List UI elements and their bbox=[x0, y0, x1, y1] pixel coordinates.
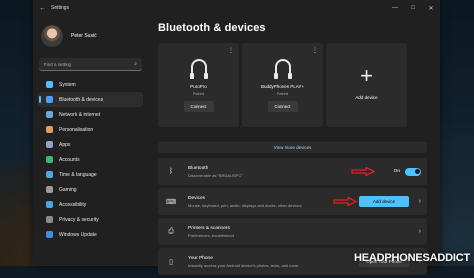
avatar bbox=[41, 24, 63, 47]
sidebar-item-label: Gaming bbox=[59, 186, 77, 193]
red-arrow-annotation bbox=[333, 197, 357, 206]
device-name: BuddyPhones PLAY+ bbox=[260, 84, 305, 89]
sidebar-nav: System Bluetooth & devices Network & int… bbox=[33, 77, 148, 242]
device-name: PuroPro bbox=[190, 84, 207, 89]
device-status: Paired bbox=[192, 91, 205, 96]
sidebar-item-label: Bluetooth & devices bbox=[59, 96, 104, 103]
brush-icon bbox=[46, 126, 53, 133]
close-icon[interactable]: ✕ bbox=[422, 5, 440, 12]
bluetooth-icon bbox=[46, 96, 53, 103]
globe-clock-icon bbox=[46, 171, 53, 178]
search-placeholder: Find a setting bbox=[44, 61, 72, 67]
headphones-icon bbox=[273, 59, 292, 79]
profile-name: Peter Susić bbox=[71, 32, 97, 39]
device-card-puropro[interactable]: ⋮ PuroPro Paired Connect bbox=[158, 43, 239, 127]
row-title: Bluetooth bbox=[188, 165, 209, 171]
connect-button[interactable]: Connect bbox=[183, 101, 214, 112]
sidebar-item-label: Personalisation bbox=[59, 126, 94, 133]
maximize-icon[interactable]: □ bbox=[404, 5, 422, 12]
device-cards: ⋮ PuroPro Paired Connect ⋮ BuddyPhones P… bbox=[158, 43, 407, 127]
row-title: Your Phone bbox=[188, 255, 213, 261]
wifi-icon bbox=[46, 111, 53, 118]
bluetooth-toggle[interactable] bbox=[405, 167, 421, 176]
sidebar-item-gaming[interactable]: Gaming bbox=[38, 182, 143, 197]
sidebar-item-label: Privacy & security bbox=[59, 216, 99, 223]
bluetooth-row: ᛒ Bluetooth Discoverable as "BRDAUSPC" O… bbox=[158, 158, 427, 185]
bluetooth-icon: ᛒ bbox=[168, 168, 174, 175]
page-title: Bluetooth & devices bbox=[158, 22, 266, 34]
search-icon: ⌕ bbox=[134, 61, 137, 67]
window-title: Settings bbox=[51, 5, 70, 11]
person-icon bbox=[46, 156, 53, 163]
window-controls: — □ ✕ bbox=[386, 5, 440, 12]
add-device-card[interactable]: + Add device bbox=[326, 43, 407, 127]
plus-icon: + bbox=[360, 63, 373, 88]
view-more-devices-link[interactable]: View more devices bbox=[158, 142, 427, 153]
sidebar: Peter Susić Find a setting ⌕ System Blue… bbox=[33, 16, 148, 266]
shield-icon bbox=[46, 216, 53, 223]
sidebar-item-accessibility[interactable]: Accessibility bbox=[38, 197, 143, 212]
row-title: Devices bbox=[188, 195, 206, 201]
apps-icon bbox=[46, 141, 53, 148]
sidebar-item-system[interactable]: System bbox=[38, 77, 143, 92]
watermark-logo: HEADPHONESADDICT bbox=[354, 252, 470, 264]
sidebar-item-label: Network & internet bbox=[59, 111, 101, 118]
sidebar-item-apps[interactable]: Apps bbox=[38, 137, 143, 152]
connect-button[interactable]: Connect bbox=[267, 101, 298, 112]
sidebar-item-accounts[interactable]: Accounts bbox=[38, 152, 143, 167]
chevron-right-icon[interactable]: › bbox=[419, 198, 421, 205]
toggle-state-label: On bbox=[393, 169, 400, 174]
headphones-icon bbox=[189, 59, 208, 79]
sidebar-item-label: Accessibility bbox=[59, 201, 87, 208]
search-input[interactable]: Find a setting ⌕ bbox=[39, 58, 142, 71]
more-options-icon[interactable]: ⋮ bbox=[228, 47, 234, 54]
row-subtitle: Discoverable as "BRDAUSPC" bbox=[188, 172, 243, 178]
sidebar-item-time-language[interactable]: Time & language bbox=[38, 167, 143, 182]
printer-icon: ⎙ bbox=[168, 227, 174, 235]
sidebar-item-label: Windows Update bbox=[59, 231, 97, 238]
devices-row[interactable]: ⌨ Devices Mouse, keyboard, pen, audio, d… bbox=[158, 188, 427, 215]
back-arrow-icon[interactable]: ← bbox=[39, 5, 51, 12]
monitor-icon bbox=[46, 81, 53, 88]
red-arrow-annotation bbox=[351, 167, 375, 176]
sidebar-item-network[interactable]: Network & internet bbox=[38, 107, 143, 122]
row-subtitle: Mouse, keyboard, pen, audio, displays an… bbox=[188, 202, 302, 208]
printers-scanners-row[interactable]: ⎙ Printers & scanners Preferences, troub… bbox=[158, 218, 427, 245]
row-subtitle: Preferences, troubleshoot bbox=[188, 232, 234, 238]
device-card-buddyphones[interactable]: ⋮ BuddyPhones PLAY+ Paired Connect bbox=[242, 43, 323, 127]
more-options-icon[interactable]: ⋮ bbox=[312, 47, 318, 54]
sidebar-item-privacy-security[interactable]: Privacy & security bbox=[38, 212, 143, 227]
phone-icon: ▯ bbox=[169, 258, 173, 266]
sidebar-item-label: Time & language bbox=[59, 171, 97, 178]
devices-icon: ⌨ bbox=[166, 198, 177, 206]
bluetooth-toggle-wrap: On bbox=[393, 167, 421, 176]
device-status: Paired bbox=[276, 91, 289, 96]
sidebar-item-windows-update[interactable]: Windows Update bbox=[38, 227, 143, 242]
sidebar-item-bluetooth-devices[interactable]: Bluetooth & devices bbox=[38, 92, 143, 107]
sidebar-item-label: Accounts bbox=[59, 156, 80, 163]
main-content: Bluetooth & devices ⋮ PuroPro Paired Con… bbox=[155, 16, 440, 275]
gamepad-icon bbox=[46, 186, 53, 193]
row-title: Printers & scanners bbox=[188, 225, 230, 231]
sidebar-item-label: Apps bbox=[59, 141, 71, 148]
refresh-icon bbox=[46, 231, 53, 238]
chevron-right-icon[interactable]: › bbox=[419, 228, 421, 235]
sidebar-item-personalisation[interactable]: Personalisation bbox=[38, 122, 143, 137]
settings-window: ← Settings — □ ✕ Peter Susić Find a sett… bbox=[33, 0, 440, 275]
add-device-label: Add device bbox=[355, 95, 378, 100]
sidebar-item-label: System bbox=[59, 81, 76, 88]
accessibility-icon bbox=[46, 201, 53, 208]
row-subtitle: Instantly access your Android device's p… bbox=[188, 262, 299, 268]
user-profile[interactable]: Peter Susić bbox=[33, 16, 148, 50]
minimize-icon[interactable]: — bbox=[386, 5, 404, 12]
add-device-button[interactable]: Add device bbox=[359, 196, 409, 207]
title-bar: ← Settings — □ ✕ bbox=[33, 0, 440, 16]
